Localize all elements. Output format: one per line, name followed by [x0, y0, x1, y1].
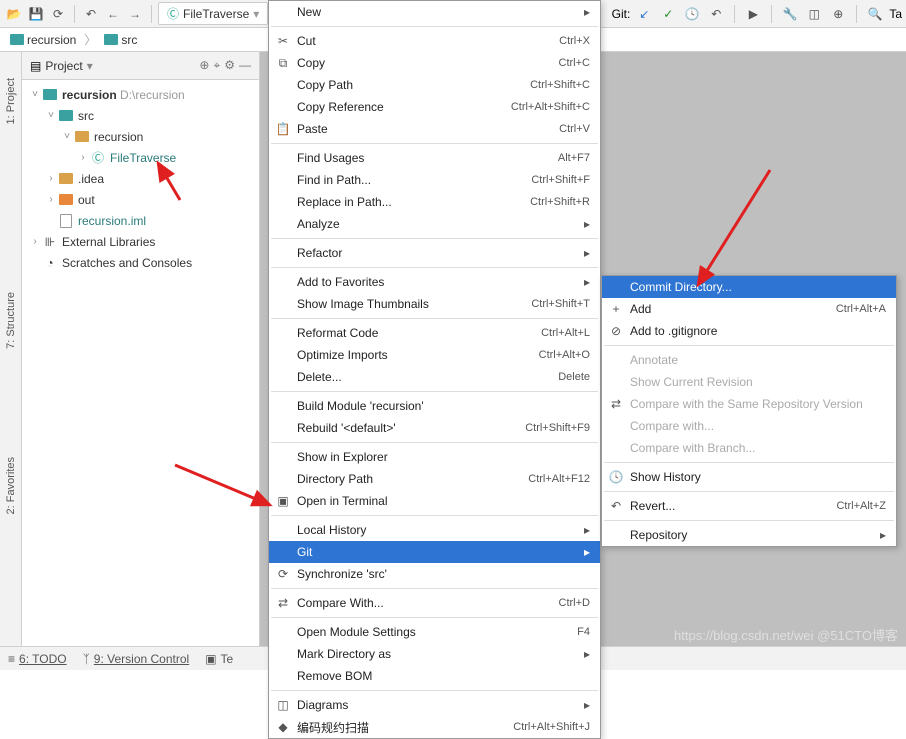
menu-item[interactable]: New▸ [269, 1, 600, 23]
run-icon[interactable]: ▶ [743, 4, 763, 24]
settings-icon[interactable]: 🔧 [780, 4, 800, 24]
git-submenu: Commit Directory...+AddCtrl+Alt+A⊘Add to… [601, 275, 897, 547]
menu-item: ⇄Compare with the Same Repository Versio… [602, 393, 896, 415]
git-history-icon[interactable]: 🕓 [682, 4, 702, 24]
sb-todo[interactable]: ≡ 6: TODO [8, 652, 67, 666]
menu-item[interactable]: Reformat CodeCtrl+Alt+L [269, 322, 600, 344]
breadcrumb-root[interactable]: recursion [6, 31, 80, 49]
collapse-icon[interactable]: ⊕ [199, 58, 209, 73]
tree-scratches[interactable]: ◔Scratches and Consoles [22, 252, 259, 273]
refresh-icon[interactable]: ⟳ [48, 4, 68, 24]
project-tree: ˅recursion D:\recursion ˅src ˅recursion … [22, 80, 259, 646]
save-icon[interactable]: 💾 [26, 4, 46, 24]
menu-item[interactable]: 📋PasteCtrl+V [269, 118, 600, 140]
left-rail: 1: Project 7: Structure 2: Favorites [0, 52, 22, 646]
menu-item[interactable]: Build Module 'recursion' [269, 395, 600, 417]
menu-item[interactable]: Optimize ImportsCtrl+Alt+O [269, 344, 600, 366]
rail-structure[interactable]: 7: Structure [5, 292, 17, 349]
menu-item[interactable]: +AddCtrl+Alt+A [602, 298, 896, 320]
menu-item[interactable]: ▣Open in Terminal [269, 490, 600, 512]
menu-item[interactable]: Replace in Path...Ctrl+Shift+R [269, 191, 600, 213]
locate-icon[interactable]: ⌖ [213, 58, 220, 73]
forward-icon[interactable]: → [125, 4, 145, 24]
tree-ext[interactable]: ›⊪External Libraries [22, 231, 259, 252]
menu-item: Show Current Revision [602, 371, 896, 393]
menu-item[interactable]: Delete...Delete [269, 366, 600, 388]
menu-item[interactable]: ⊘Add to .gitignore [602, 320, 896, 342]
menu-item[interactable]: ◫Diagrams▸ [269, 694, 600, 716]
gear-icon[interactable]: ⚙ [224, 58, 235, 73]
sb-terminal[interactable]: ▣ Te [205, 652, 233, 666]
menu-item[interactable]: Find in Path...Ctrl+Shift+F [269, 169, 600, 191]
menu-item[interactable]: Remove BOM [269, 665, 600, 687]
tree-src[interactable]: ˅src [22, 105, 259, 126]
tree-file[interactable]: ›ⒸFileTraverse [22, 147, 259, 168]
menu-item[interactable]: Find UsagesAlt+F7 [269, 147, 600, 169]
git-pull-icon[interactable]: ↙ [634, 4, 654, 24]
menu-item[interactable]: ⇄Compare With...Ctrl+D [269, 592, 600, 614]
menu-item[interactable]: Open Module SettingsF4 [269, 621, 600, 643]
tree-out[interactable]: ›out [22, 189, 259, 210]
menu-item[interactable]: ◆编码规约扫描Ctrl+Alt+Shift+J [269, 716, 600, 738]
menu-item[interactable]: Analyze▸ [269, 213, 600, 235]
menu-item[interactable]: Show in Explorer [269, 446, 600, 468]
menu-item[interactable]: Copy PathCtrl+Shift+C [269, 74, 600, 96]
menu-item[interactable]: ↶Revert...Ctrl+Alt+Z [602, 495, 896, 517]
open-icon[interactable]: 📂 [4, 4, 24, 24]
menu-item[interactable]: ⟳Synchronize 'src' [269, 563, 600, 585]
tree-root[interactable]: ˅recursion D:\recursion [22, 84, 259, 105]
breadcrumb-src[interactable]: src [100, 31, 141, 49]
menu-item[interactable]: Git▸ [269, 541, 600, 563]
menu-item[interactable]: ✂CutCtrl+X [269, 30, 600, 52]
menu-item[interactable]: Add to Favorites▸ [269, 271, 600, 293]
structure-icon[interactable]: ◫ [804, 4, 824, 24]
sync-icon[interactable]: ⊕ [828, 4, 848, 24]
context-menu: New▸ ✂CutCtrl+X⧉CopyCtrl+CCopy PathCtrl+S… [268, 0, 601, 739]
rail-favorites[interactable]: 2: Favorites [5, 457, 17, 514]
search-icon[interactable]: 🔍 [865, 4, 885, 24]
menu-item[interactable]: Show Image ThumbnailsCtrl+Shift+T [269, 293, 600, 315]
menu-item[interactable]: Local History▸ [269, 519, 600, 541]
sb-vc[interactable]: ᛉ 9: Version Control [83, 652, 190, 666]
git-commit-icon[interactable]: ✓ [658, 4, 678, 24]
undo-icon[interactable]: ↶ [81, 4, 101, 24]
menu-item[interactable]: Commit Directory... [602, 276, 896, 298]
menu-item[interactable]: ⧉CopyCtrl+C [269, 52, 600, 74]
menu-item: Compare with... [602, 415, 896, 437]
git-revert-icon[interactable]: ↶ [706, 4, 726, 24]
watermark: https://blog.csdn.net/wei @51CTO博客 [674, 625, 898, 644]
project-icon: ▤ [30, 59, 41, 73]
menu-item[interactable]: 🕓Show History [602, 466, 896, 488]
menu-item[interactable]: Refactor▸ [269, 242, 600, 264]
menu-item[interactable]: Repository▸ [602, 524, 896, 546]
menu-item[interactable]: Copy ReferenceCtrl+Alt+Shift+C [269, 96, 600, 118]
menu-item: Compare with Branch... [602, 437, 896, 459]
panel-title: Project [45, 59, 82, 73]
menu-item: Annotate [602, 349, 896, 371]
ta-label: Ta [889, 7, 902, 21]
menu-item[interactable]: Mark Directory as▸ [269, 643, 600, 665]
rail-project[interactable]: 1: Project [5, 78, 17, 124]
file-tab[interactable]: ⒸFileTraverse▾ [158, 2, 268, 25]
tree-iml[interactable]: recursion.iml [22, 210, 259, 231]
back-icon[interactable]: ← [103, 4, 123, 24]
hide-icon[interactable]: — [239, 58, 251, 73]
tree-pkg[interactable]: ˅recursion [22, 126, 259, 147]
git-label: Git: [612, 7, 631, 21]
project-panel: ▤ Project ▾ ⊕ ⌖ ⚙ — ˅recursion D:\recurs… [22, 52, 260, 646]
menu-item[interactable]: Directory PathCtrl+Alt+F12 [269, 468, 600, 490]
menu-item[interactable]: Rebuild '<default>'Ctrl+Shift+F9 [269, 417, 600, 439]
tree-idea[interactable]: ›.idea [22, 168, 259, 189]
chevron-right-icon: 〉 [84, 31, 96, 48]
